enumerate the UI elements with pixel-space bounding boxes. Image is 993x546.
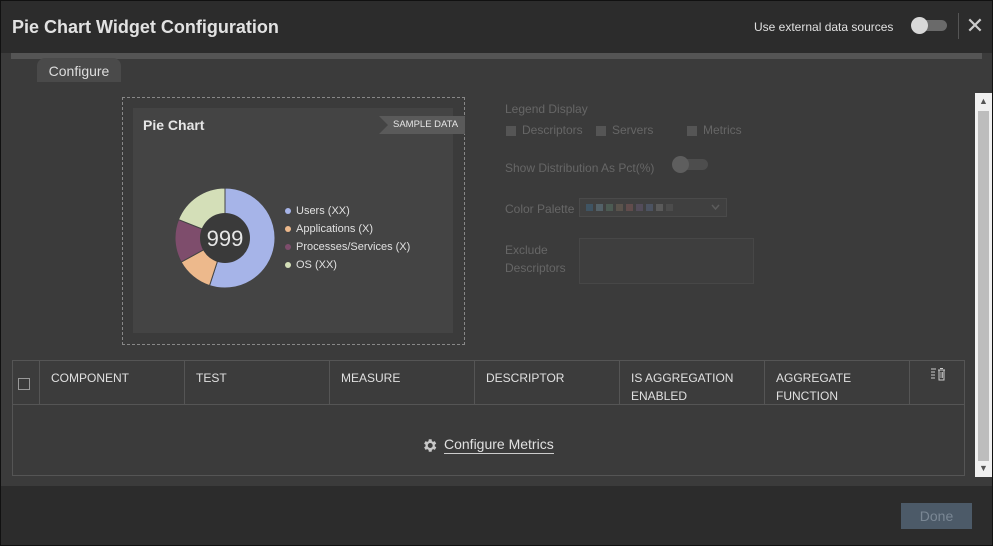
legend-label: Users (XX) (296, 205, 350, 217)
exclude-label: Exclude (505, 243, 548, 257)
checkbox (596, 125, 606, 136)
column-header-aggregation-enabled[interactable]: IS AGGREGATION ENABLED (619, 361, 764, 405)
legend-dot (285, 208, 291, 214)
title-divider (958, 13, 959, 39)
dialog-footer (1, 486, 992, 545)
palette-swatch (586, 204, 593, 211)
chevron-down-icon (711, 204, 720, 211)
palette-swatch (646, 204, 653, 211)
legend-item-os: OS (XX) (285, 256, 410, 274)
exclude-label-2: Descriptors (505, 261, 566, 275)
trash-icon[interactable] (930, 367, 946, 381)
done-button[interactable]: Done (901, 503, 972, 529)
toggle-knob (672, 156, 689, 173)
metrics-table: COMPONENT TEST MEASURE DESCRIPTOR IS AGG… (12, 360, 965, 476)
checkbox (506, 125, 516, 136)
option-label: Descriptors (522, 123, 583, 137)
distribution-label: Show Distribution As Pct(%) (505, 161, 655, 175)
palette-label: Color Palette (505, 202, 575, 216)
legend-label: Applications (X) (296, 223, 374, 235)
palette-swatch (656, 204, 663, 211)
column-header-component[interactable]: COMPONENT (39, 361, 184, 405)
column-header-test[interactable]: TEST (184, 361, 329, 405)
scroll-down-arrow-icon[interactable]: ▼ (975, 460, 992, 477)
table-header: COMPONENT TEST MEASURE DESCRIPTOR IS AGG… (13, 361, 964, 405)
title-bar: Pie Chart Widget Configuration Use exter… (1, 1, 992, 53)
legend-display-label: Legend Display (505, 102, 588, 116)
column-header-descriptor[interactable]: DESCRIPTOR (474, 361, 619, 405)
scroll-up-arrow-icon[interactable]: ▲ (975, 93, 992, 110)
palette-swatch (636, 204, 643, 211)
palette-swatch (666, 204, 673, 211)
color-palette-select[interactable] (579, 198, 727, 217)
legend-item-processes: Processes/Services (X) (285, 238, 410, 256)
select-all-checkbox[interactable] (18, 378, 30, 390)
legend-option-metrics[interactable]: Metrics (687, 123, 742, 137)
toggle-knob (911, 17, 928, 34)
tab-configure[interactable]: Configure (37, 58, 121, 82)
pie-chart: 999 (174, 187, 276, 289)
external-data-label: Use external data sources (754, 20, 894, 34)
option-label: Metrics (703, 123, 742, 137)
vertical-scrollbar[interactable]: ▲ ▼ (975, 93, 992, 477)
legend-option-descriptors[interactable]: Descriptors (506, 123, 583, 137)
legend-item-applications: Applications (X) (285, 220, 410, 238)
configure-metrics-label: Configure Metrics (444, 436, 554, 454)
scroll-thumb[interactable] (978, 111, 989, 461)
widget-config-dialog: Pie Chart Widget Configuration Use exter… (0, 0, 993, 546)
column-header-measure[interactable]: MEASURE (329, 361, 474, 405)
sample-data-badge: SAMPLE DATA (379, 116, 465, 134)
palette-swatch (616, 204, 623, 211)
legend-dot (285, 262, 291, 268)
chart-legend: Users (XX) Applications (X) Processes/Se… (285, 202, 410, 274)
configure-metrics-button[interactable]: Configure Metrics (421, 436, 554, 454)
legend-label: Processes/Services (X) (296, 241, 411, 253)
palette-swatch (596, 204, 603, 211)
close-icon[interactable]: ✕ (964, 13, 986, 39)
legend-dot (285, 244, 291, 250)
checkbox (687, 125, 697, 136)
external-data-toggle[interactable] (911, 17, 947, 34)
center-value: 999 (207, 226, 244, 251)
palette-swatch (626, 204, 633, 211)
exclude-descriptors-input[interactable] (579, 238, 754, 284)
dialog-title: Pie Chart Widget Configuration (12, 17, 279, 37)
distribution-toggle[interactable] (672, 156, 708, 173)
preview-card-title: Pie Chart (143, 117, 205, 133)
legend-dot (285, 226, 291, 232)
legend-label: OS (XX) (296, 259, 337, 271)
palette-swatch (606, 204, 613, 211)
legend-option-servers[interactable]: Servers (596, 123, 653, 137)
column-header-aggregate-function[interactable]: AGGREGATE FUNCTION (764, 361, 909, 405)
tab-strip (11, 53, 982, 59)
option-label: Servers (612, 123, 654, 137)
legend-item-users: Users (XX) (285, 202, 410, 220)
gear-icon (424, 438, 437, 452)
